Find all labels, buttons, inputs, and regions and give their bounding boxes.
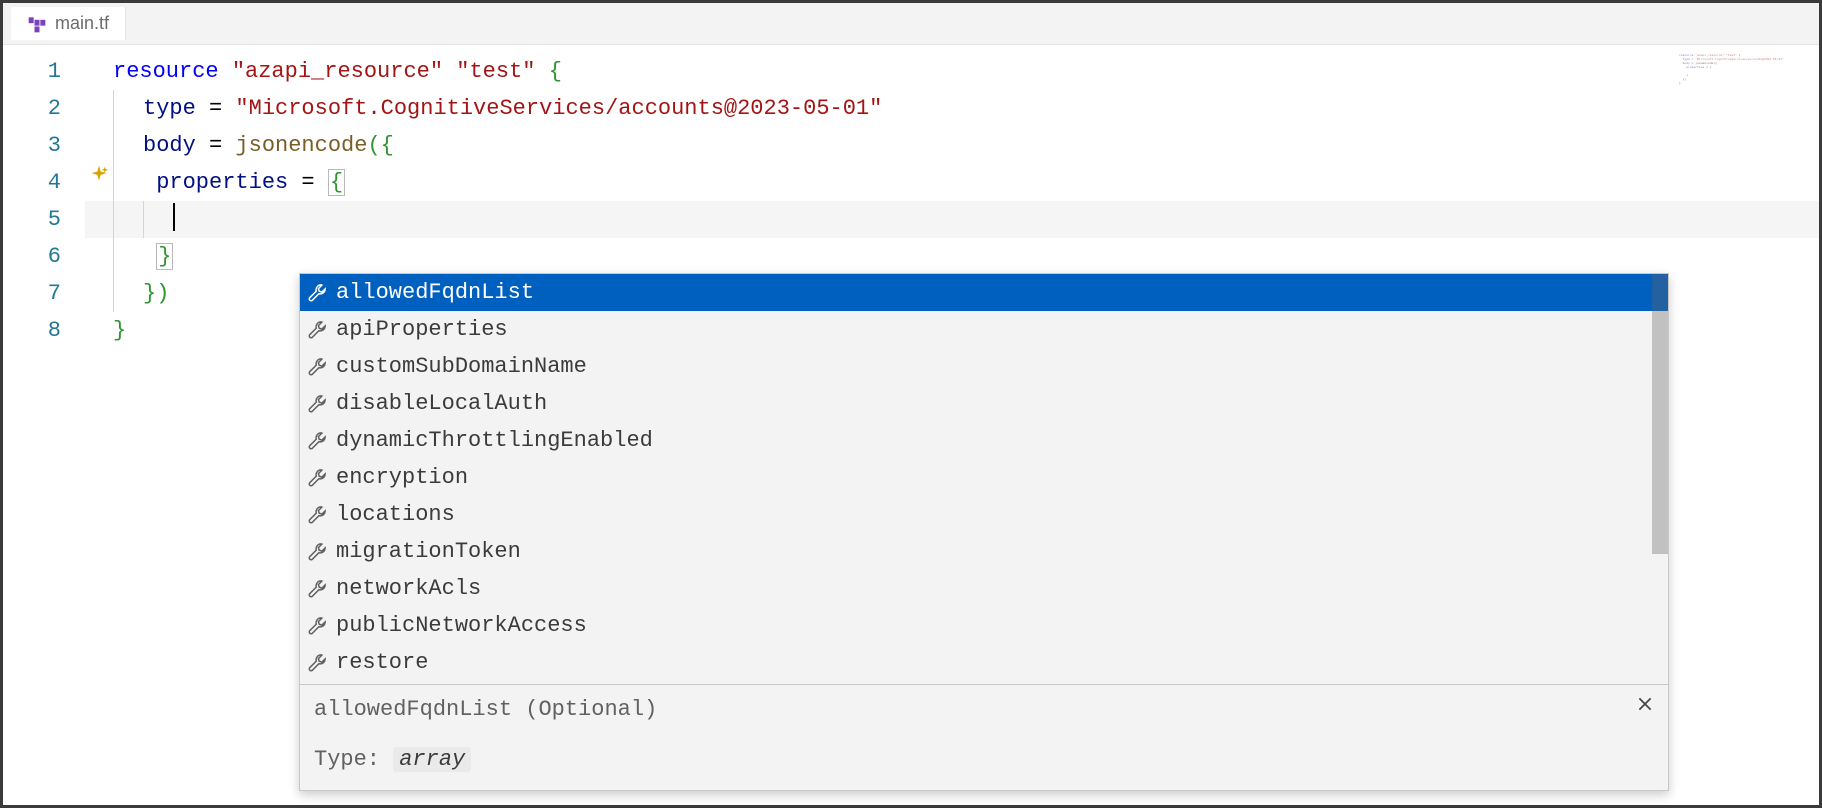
wrench-icon (308, 283, 328, 303)
completion-item[interactable]: networkAcls (300, 570, 1668, 607)
operator: = (196, 133, 236, 158)
wrench-icon (308, 468, 328, 488)
paren: ) (156, 281, 169, 306)
completion-detail: allowedFqdnList (Optional) Type: array (300, 684, 1668, 790)
line-number: 4 (3, 164, 85, 201)
code-line[interactable]: body = jsonencode({ (85, 127, 1819, 164)
completion-detail-type-label: Type: (314, 747, 393, 772)
completion-item[interactable]: apiProperties (300, 311, 1668, 348)
brace: { (328, 169, 345, 196)
completion-detail-type: array (393, 747, 471, 772)
code-line[interactable]: type = "Microsoft.CognitiveServices/acco… (85, 90, 1819, 127)
completion-list[interactable]: allowedFqdnList apiProperties customSubDom… (300, 274, 1668, 684)
operator: = (196, 96, 236, 121)
identifier: type (143, 96, 196, 121)
wrench-icon (308, 431, 328, 451)
paren: ( (367, 133, 380, 158)
editor-container: main.tf 1 2 3 4 5 6 7 8 resource "azapi_… (3, 3, 1819, 805)
brace: } (143, 281, 156, 306)
completion-item-label: encryption (336, 465, 468, 490)
completion-item-label: apiProperties (336, 317, 508, 342)
identifier: properties (156, 170, 288, 195)
wrench-icon (308, 394, 328, 414)
wrench-icon (308, 542, 328, 562)
completion-item[interactable]: dynamicThrottlingEnabled (300, 422, 1668, 459)
completion-detail-optional: (Optional) (512, 697, 657, 722)
brace: { (549, 59, 562, 84)
string-literal: "azapi_resource" (232, 59, 443, 84)
terraform-file-icon (27, 14, 47, 34)
line-number-gutter: 1 2 3 4 5 6 7 8 (3, 45, 85, 805)
completion-item[interactable]: publicNetworkAccess (300, 607, 1668, 644)
identifier: body (143, 133, 196, 158)
code-line[interactable]: properties = { (85, 164, 1819, 201)
completion-item-label: dynamicThrottlingEnabled (336, 428, 653, 453)
text-cursor (173, 203, 175, 231)
brace: { (381, 133, 394, 158)
code-area[interactable]: resource "azapi_resource" "test" { type … (85, 45, 1819, 805)
wrench-icon (308, 579, 328, 599)
completion-item-label: disableLocalAuth (336, 391, 547, 416)
tab-bar: main.tf (3, 3, 1819, 45)
wrench-icon (308, 616, 328, 636)
string-literal: "test" (456, 59, 535, 84)
completion-item-label: restore (336, 650, 428, 675)
completion-item[interactable]: allowedFqdnList (300, 274, 1668, 311)
completion-popup: allowedFqdnList apiProperties customSubDom… (299, 273, 1669, 791)
string-literal: "Microsoft.CognitiveServices/accounts@20… (235, 96, 882, 121)
completion-item[interactable]: disableLocalAuth (300, 385, 1668, 422)
code-line-active[interactable] (85, 201, 1819, 238)
wrench-icon (308, 357, 328, 377)
completion-item-label: migrationToken (336, 539, 521, 564)
line-number: 2 (3, 90, 85, 127)
completion-item-label: locations (336, 502, 455, 527)
line-number: 1 (3, 53, 85, 90)
line-number: 5 (3, 201, 85, 238)
completion-item[interactable]: migrationToken (300, 533, 1668, 570)
line-number: 3 (3, 127, 85, 164)
completion-scrollbar[interactable] (1652, 274, 1668, 554)
tab-main-tf[interactable]: main.tf (11, 7, 126, 40)
line-number: 7 (3, 275, 85, 312)
function-call: jsonencode (235, 133, 367, 158)
close-icon[interactable] (1636, 695, 1654, 720)
code-line[interactable]: } (85, 238, 1819, 275)
brace: } (156, 243, 173, 270)
completion-item[interactable]: customSubDomainName (300, 348, 1668, 385)
completion-item[interactable]: encryption (300, 459, 1668, 496)
code-line[interactable]: resource "azapi_resource" "test" { (85, 53, 1819, 90)
line-number: 8 (3, 312, 85, 349)
keyword-resource: resource (113, 59, 219, 84)
completion-item[interactable]: locations (300, 496, 1668, 533)
wrench-icon (308, 320, 328, 340)
line-number: 6 (3, 238, 85, 275)
completion-item-label: networkAcls (336, 576, 481, 601)
completion-item-label: publicNetworkAccess (336, 613, 587, 638)
wrench-icon (308, 505, 328, 525)
completion-detail-name: allowedFqdnList (314, 697, 512, 722)
wrench-icon (308, 653, 328, 673)
completion-item-label: customSubDomainName (336, 354, 587, 379)
tab-filename: main.tf (55, 13, 109, 34)
minimap[interactable]: resource "azapi_resource" "test" { type … (1679, 53, 1809, 123)
operator: = (288, 170, 328, 195)
brace: } (113, 318, 126, 343)
completion-item[interactable]: restore (300, 644, 1668, 681)
editor-body[interactable]: 1 2 3 4 5 6 7 8 resource "azapi_resource… (3, 45, 1819, 805)
completion-item-label: allowedFqdnList (336, 280, 534, 305)
